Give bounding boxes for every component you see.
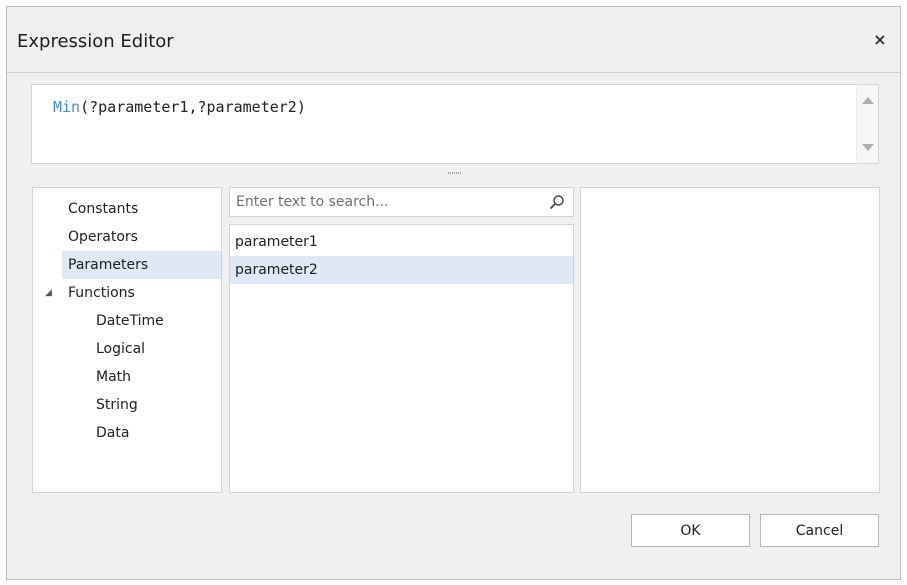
ok-button[interactable]: OK	[631, 514, 750, 547]
category-data[interactable]: Data	[96, 419, 216, 447]
category-functions[interactable]: ◢ Functions	[33, 279, 221, 307]
category-string[interactable]: String	[96, 391, 216, 419]
category-tree: Constants Operators Parameters ◢ Functio…	[32, 187, 222, 493]
expression-function-name: Min	[53, 98, 81, 116]
category-label: Constants	[68, 201, 139, 217]
category-logical[interactable]: Logical	[96, 335, 216, 363]
list-item-label: parameter1	[235, 234, 318, 250]
editor-scrollbar[interactable]	[856, 85, 878, 163]
category-label: Functions	[68, 285, 135, 301]
expression-text[interactable]: Min(?parameter1,?parameter2)	[53, 98, 306, 116]
category-operators[interactable]: Operators	[68, 223, 218, 251]
description-panel	[580, 187, 880, 493]
expression-input[interactable]: Min(?parameter1,?parameter2)	[31, 84, 879, 164]
category-label: Parameters	[68, 257, 149, 273]
category-math[interactable]: Math	[96, 363, 216, 391]
scroll-down-icon[interactable]	[862, 144, 874, 151]
close-icon[interactable]: ×	[870, 29, 890, 49]
category-datetime[interactable]: DateTime	[96, 307, 216, 335]
category-label: DateTime	[96, 313, 164, 329]
category-parameters[interactable]: Parameters	[62, 251, 221, 279]
category-label: String	[96, 397, 138, 413]
category-label: Data	[96, 425, 130, 441]
category-label: Logical	[96, 341, 146, 357]
expression-arguments: (?parameter1,?parameter2)	[80, 98, 306, 116]
scroll-up-icon[interactable]	[862, 97, 874, 104]
category-constants[interactable]: Constants	[68, 195, 218, 223]
expander-icon[interactable]: ◢	[45, 279, 52, 307]
cancel-button[interactable]: Cancel	[760, 514, 879, 547]
search-icon[interactable]	[549, 194, 565, 210]
search-input[interactable]	[230, 188, 540, 216]
item-list: parameter1 parameter2	[229, 224, 574, 493]
category-label: Operators	[68, 229, 138, 245]
list-item-parameter1[interactable]: parameter1	[230, 228, 573, 256]
category-label: Math	[96, 369, 132, 385]
window-title: Expression Editor	[17, 31, 174, 52]
title-bar: Expression Editor ×	[7, 7, 900, 73]
splitter-handle[interactable]	[448, 172, 462, 176]
list-item-label: parameter2	[235, 262, 318, 278]
search-box	[229, 187, 574, 217]
list-item-parameter2[interactable]: parameter2	[230, 256, 573, 284]
